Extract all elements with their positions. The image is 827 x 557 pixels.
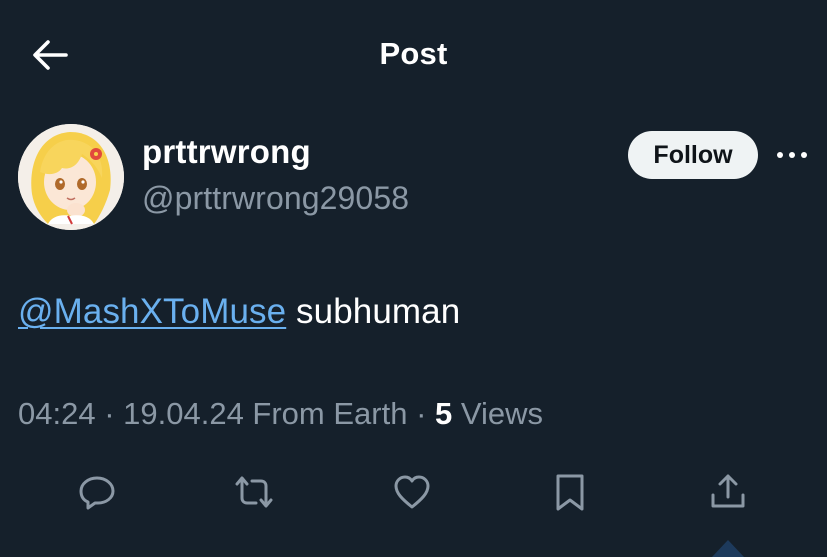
tweet-time[interactable]: 04:24 <box>18 396 96 431</box>
tweet-text: @MashXToMuse subhuman <box>18 292 460 332</box>
anime-character-avatar <box>18 124 124 230</box>
views-count[interactable]: 5 <box>435 396 452 431</box>
tweet-date[interactable]: 19.04.24 <box>123 396 244 431</box>
share-button[interactable] <box>706 470 750 514</box>
more-button[interactable] <box>774 140 810 170</box>
tweet-body: subhuman <box>286 292 461 331</box>
bookmark-icon <box>556 474 584 511</box>
page-title: Post <box>379 36 448 71</box>
views-label[interactable]: Views <box>452 396 543 431</box>
bookmark-button[interactable] <box>548 470 592 514</box>
meta-separator: · <box>95 396 124 431</box>
scroll-indicator <box>712 540 744 557</box>
handle[interactable]: @prttrwrong29058 <box>142 180 409 217</box>
reply-button[interactable] <box>75 470 119 514</box>
retweet-button[interactable] <box>232 470 276 514</box>
reply-icon <box>79 476 115 510</box>
more-horizontal-icon <box>777 152 807 158</box>
tweet-location: From Earth <box>243 396 408 431</box>
retweet-icon <box>235 476 273 508</box>
like-icon <box>394 475 430 509</box>
follow-button[interactable]: Follow <box>628 131 758 179</box>
meta-separator: · <box>407 396 436 431</box>
avatar[interactable] <box>18 124 124 230</box>
mention-link[interactable]: @MashXToMuse <box>18 292 286 331</box>
post-page: Post prttrwrong @prttrwrong29058 Follow … <box>0 0 827 557</box>
tweet-meta: 04:24 · 19.04.24 From Earth · 5 Views <box>18 396 543 432</box>
display-name[interactable]: prttrwrong <box>142 133 311 171</box>
share-icon <box>711 474 745 508</box>
like-button[interactable] <box>390 470 434 514</box>
